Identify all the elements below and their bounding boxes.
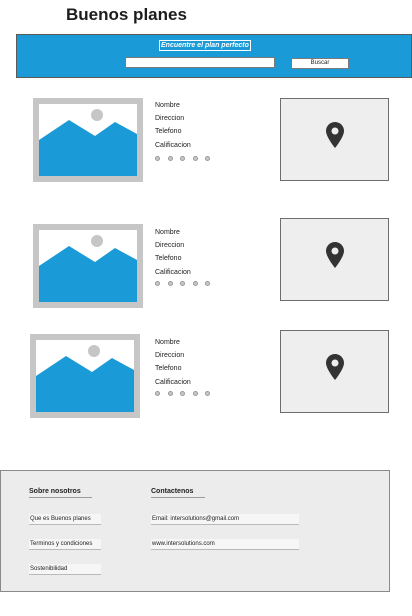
rating-dots[interactable]	[155, 281, 218, 286]
footer: Sobre nosotros Que es Buenos planes Term…	[0, 470, 390, 592]
rating-dot[interactable]	[155, 156, 160, 161]
result-rating-label: Calificacion	[155, 268, 191, 276]
rating-dot[interactable]	[192, 281, 198, 286]
result-info: Nombre Direccion Telefono Calificacion	[155, 228, 191, 281]
map-preview[interactable]	[280, 98, 389, 181]
footer-contact-heading: Contactenos	[151, 487, 205, 498]
result-name-label: Nombre	[155, 102, 180, 109]
rating-dot[interactable]	[205, 156, 210, 161]
map-preview[interactable]	[280, 218, 389, 301]
result-address-label: Direccion	[155, 242, 185, 250]
map-preview[interactable]	[280, 330, 389, 413]
rating-dot[interactable]	[180, 391, 185, 396]
footer-link-terms[interactable]: Terminos y condiciones	[29, 539, 101, 550]
map-pin-icon	[326, 354, 344, 380]
footer-contact-website[interactable]: www.intersolutions.com	[151, 539, 299, 550]
rating-dot[interactable]	[155, 391, 160, 396]
rating-dot[interactable]	[192, 156, 198, 161]
rating-dot[interactable]	[167, 281, 173, 286]
search-banner: Encuentre el plan perfecto Buscar	[16, 34, 412, 78]
map-pin-icon	[326, 242, 344, 268]
result-phone-label: Telefono	[155, 128, 182, 136]
map-pin-icon	[326, 122, 344, 148]
rating-dot[interactable]	[205, 391, 210, 396]
rating-dot[interactable]	[155, 281, 160, 286]
rating-dot[interactable]	[167, 156, 173, 161]
result-phone-label: Telefono	[155, 255, 182, 263]
image-placeholder-icon[interactable]	[33, 224, 143, 308]
result-rating-label: Calificacion	[155, 141, 191, 149]
result-card: Nombre Direccion Telefono Calificacion	[0, 98, 412, 198]
search-button[interactable]: Buscar	[291, 58, 349, 69]
rating-dots[interactable]	[155, 156, 218, 161]
result-info: Nombre Direccion Telefono Calificacion	[155, 101, 191, 154]
result-info: Nombre Direccion Telefono Calificacion	[155, 338, 191, 391]
rating-dot[interactable]	[192, 391, 198, 396]
page-title: Buenos planes	[66, 5, 187, 24]
rating-dot[interactable]	[167, 391, 173, 396]
image-placeholder-icon[interactable]	[30, 334, 140, 418]
banner-title: Encuentre el plan perfecto	[159, 40, 251, 51]
result-card: Nombre Direccion Telefono Calificacion	[0, 330, 412, 434]
search-input[interactable]	[125, 57, 275, 68]
rating-dot[interactable]	[180, 281, 185, 286]
result-name-label: Nombre	[155, 229, 180, 236]
footer-link-sustainability[interactable]: Sostenibilidad	[29, 564, 101, 575]
result-name-label: Nombre	[155, 339, 180, 346]
result-rating-label: Calificacion	[155, 378, 191, 386]
result-address-label: Direccion	[155, 115, 185, 123]
footer-about-heading: Sobre nosotros	[29, 487, 92, 498]
footer-contact-email[interactable]: Email: intersolutions@gmail.com	[151, 514, 299, 525]
image-placeholder-icon[interactable]	[33, 98, 143, 182]
result-phone-label: Telefono	[155, 365, 182, 373]
rating-dot[interactable]	[180, 156, 185, 161]
result-card: Nombre Direccion Telefono Calificacion	[0, 218, 412, 324]
rating-dots[interactable]	[155, 391, 218, 396]
result-address-label: Direccion	[155, 352, 185, 360]
footer-link-about[interactable]: Que es Buenos planes	[29, 514, 101, 525]
rating-dot[interactable]	[205, 281, 210, 286]
